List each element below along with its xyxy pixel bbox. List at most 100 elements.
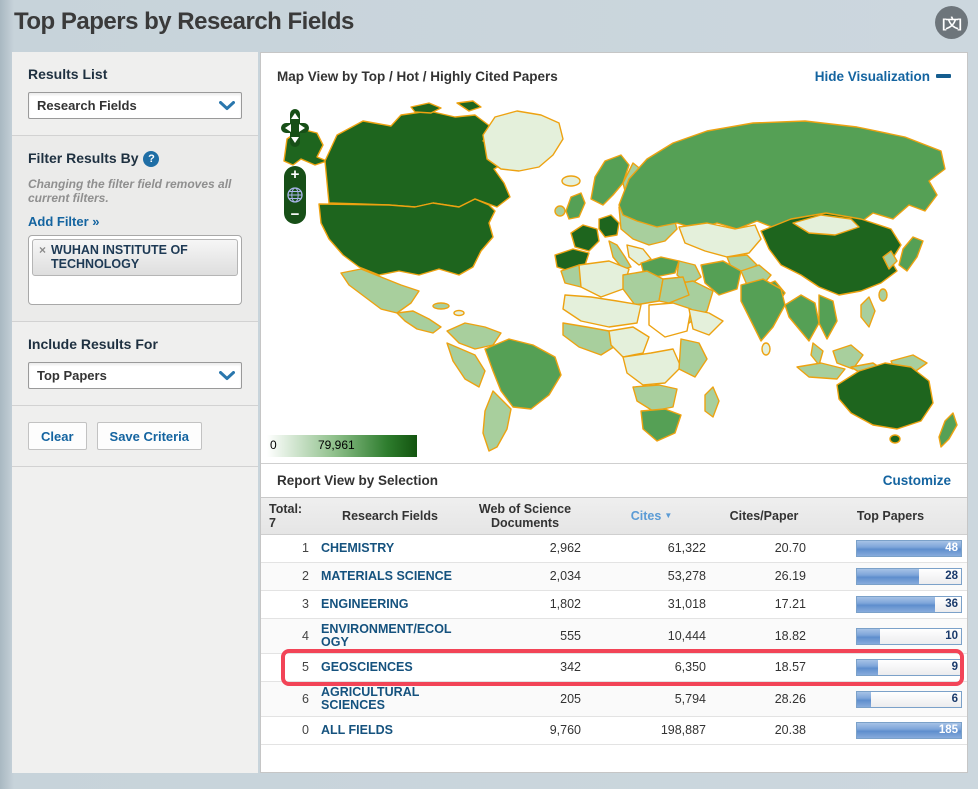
zoom-control: + − xyxy=(284,166,306,224)
results-list-select[interactable]: Research Fields xyxy=(28,92,242,119)
row-docs: 1,802 xyxy=(549,597,581,611)
translate-icon[interactable]: [文] xyxy=(935,6,968,39)
main-panel: Map View by Top / Hot / Highly Cited Pap… xyxy=(260,52,968,773)
table-row: 1 CHEMISTRY 2,962 61,322 20.70 48 xyxy=(261,535,967,563)
col-wos-documents: Web of Science Documents xyxy=(478,502,572,530)
row-rank: 2 xyxy=(302,569,309,583)
top-papers-bar-fill xyxy=(857,569,920,584)
report-view-title: Report View by Selection xyxy=(277,473,439,488)
table-row: 4 ENVIRONMENT/ECOLOGY 555 10,444 18.82 1… xyxy=(261,619,967,654)
world-map[interactable] xyxy=(261,99,967,463)
clear-button[interactable]: Clear xyxy=(28,422,87,451)
row-top-papers-cell: 9 xyxy=(814,654,967,681)
save-criteria-button[interactable]: Save Criteria xyxy=(96,422,203,451)
row-field-link[interactable]: ALL FIELDS xyxy=(319,717,461,744)
sort-desc-icon: ▼ xyxy=(664,511,673,520)
top-papers-bar-fill xyxy=(857,660,878,675)
table-row: 0 ALL FIELDS 9,760 198,887 20.38 185 xyxy=(261,717,967,745)
map-view-header: Map View by Top / Hot / Highly Cited Pap… xyxy=(261,53,967,99)
table-row: 5 GEOSCIENCES 342 6,350 18.57 9 xyxy=(261,649,967,686)
row-cites: 5,794 xyxy=(674,691,706,706)
col-cites-per-paper: Cites/Paper xyxy=(729,509,799,523)
row-rank: 4 xyxy=(302,628,309,643)
row-cites: 6,350 xyxy=(674,660,706,674)
top-papers-value: 48 xyxy=(945,542,958,554)
top-papers-value: 28 xyxy=(945,570,958,582)
include-results-section: Include Results For Top Papers xyxy=(12,322,258,407)
filter-note: Changing the filter field removes all cu… xyxy=(28,177,232,206)
sidebar: Results List Research Fields Filter Resu… xyxy=(12,52,258,773)
row-top-papers-cell: 36 xyxy=(814,591,967,618)
row-field-link[interactable]: ENGINEERING xyxy=(319,591,461,618)
page-title: Top Papers by Research Fields xyxy=(14,8,354,35)
include-results-value: Top Papers xyxy=(37,368,107,384)
results-list-heading: Results List xyxy=(28,66,108,82)
row-docs: 555 xyxy=(560,628,581,643)
row-top-papers-cell: 185 xyxy=(814,717,967,744)
top-papers-bar: 6 xyxy=(856,690,962,708)
sidebar-filler xyxy=(12,467,258,773)
legend-max: 79,961 xyxy=(318,438,355,452)
row-cites: 53,278 xyxy=(667,569,706,583)
include-results-heading: Include Results For xyxy=(28,336,158,353)
row-cites-per-paper: 20.70 xyxy=(774,541,806,555)
row-rank: 3 xyxy=(302,597,309,611)
row-docs: 342 xyxy=(560,660,581,674)
top-papers-value: 36 xyxy=(945,598,958,610)
results-list-value: Research Fields xyxy=(37,98,137,113)
top-papers-bar-fill xyxy=(857,628,880,644)
include-results-select[interactable]: Top Papers xyxy=(28,362,242,390)
translate-glyph: [文] xyxy=(942,16,962,31)
page-header: Top Papers by Research Fields [文] xyxy=(0,0,978,52)
row-top-papers-cell: 6 xyxy=(814,682,967,716)
row-cites: 61,322 xyxy=(667,541,706,555)
table-header-row: Total: 7 Research Fields Web of Science … xyxy=(261,497,967,535)
row-field-link[interactable]: CHEMISTRY xyxy=(319,535,461,562)
help-icon[interactable]: ? xyxy=(143,151,160,168)
row-docs: 205 xyxy=(560,691,581,706)
results-list-section: Results List Research Fields xyxy=(12,52,258,136)
row-cites: 10,444 xyxy=(667,628,706,643)
row-cites-per-paper: 28.26 xyxy=(774,691,806,706)
top-papers-bar: 9 xyxy=(856,659,962,676)
top-papers-value: 185 xyxy=(938,724,958,736)
customize-link[interactable]: Customize xyxy=(883,473,951,488)
row-field-link[interactable]: MATERIALS SCIENCE xyxy=(319,563,461,590)
chevron-down-icon xyxy=(217,96,237,116)
top-papers-bar-fill xyxy=(857,597,935,612)
filter-heading: Filter Results By? xyxy=(28,150,242,168)
legend-min: 0 xyxy=(270,438,277,452)
row-rank: 0 xyxy=(302,723,309,737)
table-row: 3 ENGINEERING 1,802 31,018 17.21 36 xyxy=(261,591,967,619)
table-row: 6 AGRICULTURAL SCIENCES 205 5,794 28.26 … xyxy=(261,682,967,717)
map-controls: + − xyxy=(281,109,309,224)
filter-box: × WUHAN INSTITUTE OF TECHNOLOGY xyxy=(28,235,242,306)
row-field-link[interactable]: GEOSCIENCES xyxy=(319,654,461,681)
pan-control[interactable] xyxy=(281,109,309,149)
filter-tag-label: WUHAN INSTITUTE OF TECHNOLOGY xyxy=(51,243,188,272)
row-top-papers-cell: 48 xyxy=(814,535,967,562)
add-filter-link[interactable]: Add Filter » xyxy=(28,214,100,229)
zoom-out-button[interactable]: − xyxy=(291,207,300,222)
top-papers-bar-fill xyxy=(857,691,871,707)
remove-filter-icon[interactable]: × xyxy=(39,243,46,271)
row-cites-per-paper: 18.57 xyxy=(774,660,806,674)
row-rank: 1 xyxy=(302,541,309,555)
row-field-link[interactable]: ENVIRONMENT/ECOLOGY xyxy=(319,619,461,653)
top-papers-bar: 48 xyxy=(856,540,962,557)
row-rank: 6 xyxy=(302,691,309,706)
zoom-in-button[interactable]: + xyxy=(291,167,300,182)
hide-visualization-link[interactable]: Hide Visualization xyxy=(815,69,951,84)
col-cites-sort[interactable]: Cites ▼ xyxy=(589,498,714,534)
row-field-link[interactable]: AGRICULTURAL SCIENCES xyxy=(319,682,461,716)
top-papers-bar: 28 xyxy=(856,568,962,585)
map-legend: 0 79,961 xyxy=(267,435,417,457)
col-total: Total: 7 xyxy=(269,502,303,530)
col-top-papers: Top Papers xyxy=(856,509,925,523)
filter-tag[interactable]: × WUHAN INSTITUTE OF TECHNOLOGY xyxy=(32,239,238,277)
top-papers-bar: 36 xyxy=(856,596,962,613)
report-view-header: Report View by Selection Customize xyxy=(261,463,967,497)
map-view-title: Map View by Top / Hot / Highly Cited Pap… xyxy=(277,68,558,84)
globe-icon[interactable] xyxy=(287,187,303,203)
map-area: + − 0 79,961 xyxy=(261,99,967,463)
